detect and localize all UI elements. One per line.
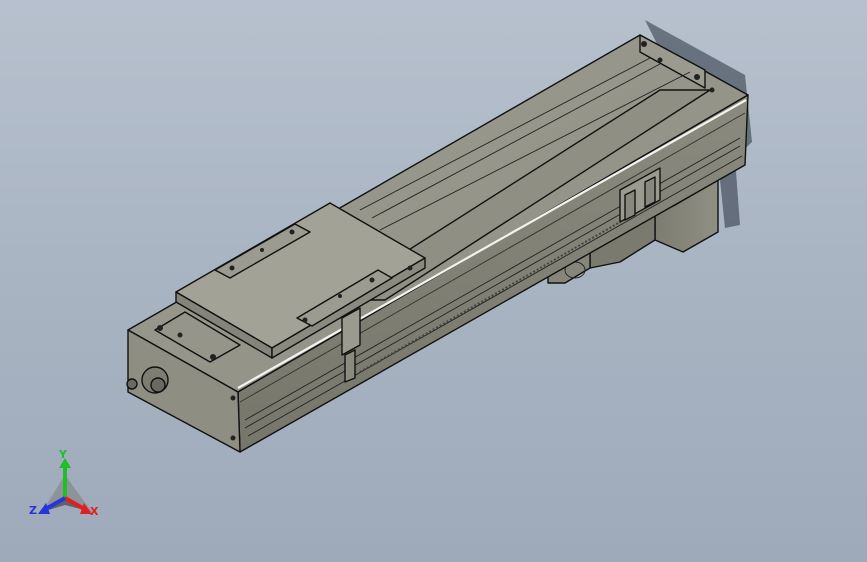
y-axis-label: Y [59, 448, 67, 461]
graphics-viewport[interactable]: Y X Z [0, 0, 867, 562]
z-axis-label: Z [29, 504, 37, 517]
x-axis-label: X [90, 505, 99, 518]
rail-body [127, 34, 749, 453]
axis-triad [38, 458, 92, 514]
linear-actuator-model[interactable] [0, 0, 867, 562]
